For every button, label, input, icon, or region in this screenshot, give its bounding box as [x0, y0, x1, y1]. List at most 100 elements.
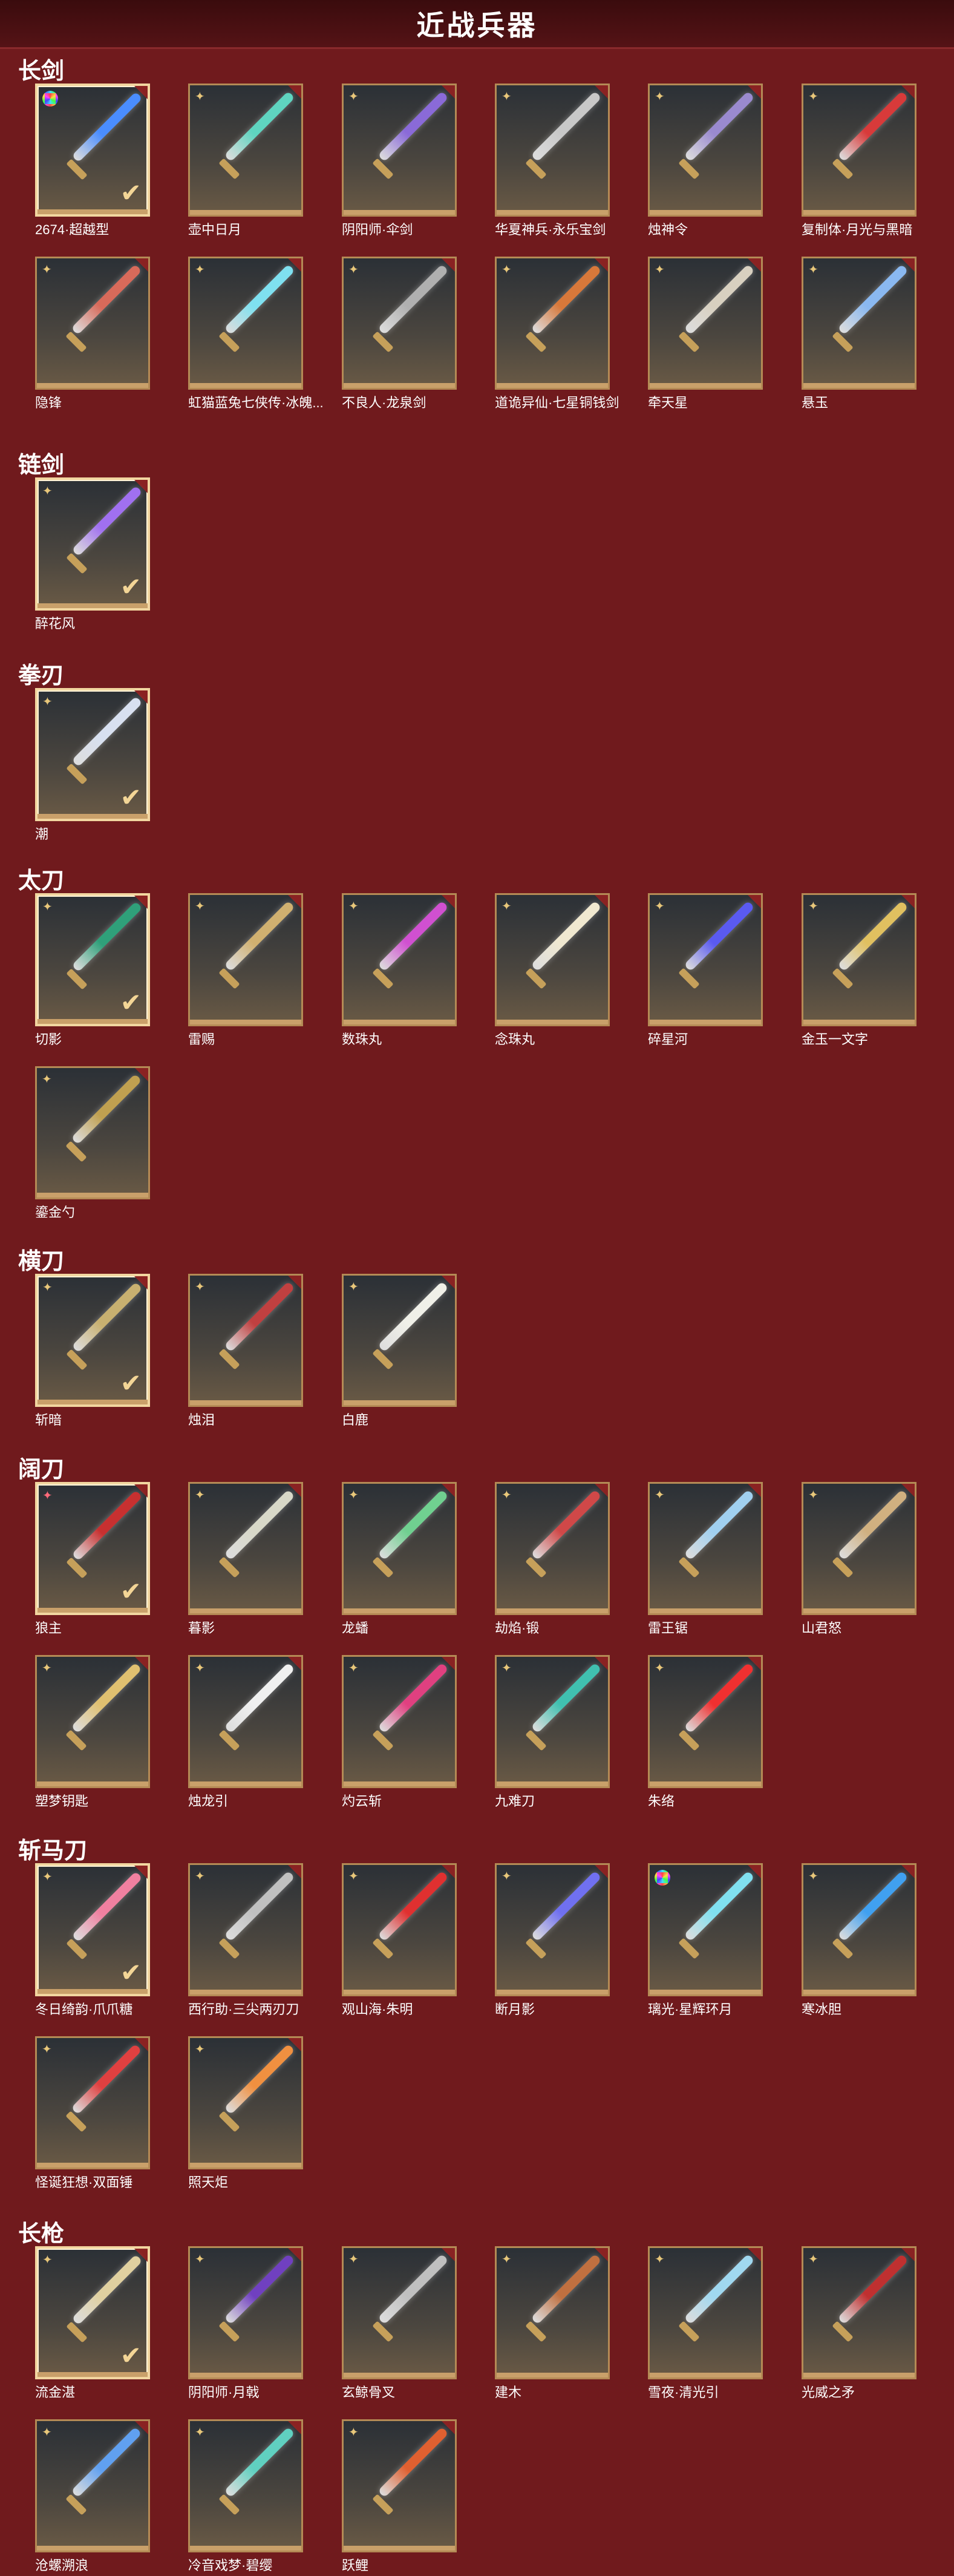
weapon-thumbnail[interactable]: ✦	[495, 1655, 610, 1788]
weapon-card[interactable]: ✦ ✔ 切影	[35, 893, 154, 1047]
weapon-card[interactable]: ✦ 悬玉	[802, 257, 920, 410]
weapon-card[interactable]: ✦ 灼云斩	[342, 1655, 460, 1809]
weapon-thumbnail[interactable]: ✦	[495, 2246, 610, 2379]
weapon-thumbnail[interactable]: ✦	[188, 1274, 303, 1407]
weapon-thumbnail[interactable]: ✦	[495, 1863, 610, 1996]
weapon-thumbnail[interactable]: ✦	[35, 2419, 150, 2552]
weapon-card[interactable]: ✦ 寒冰胆	[802, 1863, 920, 2017]
weapon-card[interactable]: ✦ 烛神令	[648, 84, 766, 237]
weapon-thumbnail[interactable]: ✦	[802, 84, 916, 217]
weapon-thumbnail[interactable]: ✦	[188, 2036, 303, 2169]
weapon-card[interactable]: ✦ 雷赐	[188, 893, 307, 1047]
weapon-thumbnail[interactable]: ✦	[188, 1482, 303, 1615]
weapon-card[interactable]: ✦ 光威之矛	[802, 2246, 920, 2400]
weapon-card[interactable]: ✦ ✔ 醉花风	[35, 477, 154, 631]
weapon-card[interactable]: ✦ 金玉一文字	[802, 893, 920, 1047]
weapon-thumbnail[interactable]: ✦	[648, 893, 763, 1026]
weapon-card[interactable]: ✦ ✔ 流金湛	[35, 2246, 154, 2400]
weapon-thumbnail[interactable]: ✦	[342, 84, 457, 217]
weapon-card[interactable]: ✦ 鎏金勺	[35, 1066, 154, 1220]
weapon-card[interactable]: ✦ ✔ 冬日绮韵·爪爪糖	[35, 1863, 154, 2017]
weapon-card[interactable]: ✦ 烛龙引	[188, 1655, 307, 1809]
weapon-thumbnail[interactable]: ✦	[495, 257, 610, 390]
weapon-card[interactable]: ✦ 复制体·月光与黑暗	[802, 84, 920, 237]
weapon-card[interactable]: ✦ 虹猫蓝兔七侠传·冰魄...	[188, 257, 324, 410]
weapon-thumbnail[interactable]: ✦ ✔	[35, 893, 150, 1026]
weapon-thumbnail[interactable]: ✦	[35, 2036, 150, 2169]
weapon-card[interactable]: 璃光·星辉环月	[648, 1863, 766, 2017]
weapon-card[interactable]: ✦ 照天炬	[188, 2036, 307, 2190]
weapon-thumbnail[interactable]: ✦	[35, 1066, 150, 1199]
weapon-thumbnail[interactable]: ✦ ✔	[35, 1482, 150, 1615]
weapon-thumbnail[interactable]: ✦	[495, 84, 610, 217]
weapon-card[interactable]: ✦ 玄鲸骨叉	[342, 2246, 460, 2400]
weapon-thumbnail[interactable]: ✦	[648, 84, 763, 217]
weapon-thumbnail[interactable]	[648, 1863, 763, 1996]
weapon-card[interactable]: ✦ ✔ 斩暗	[35, 1274, 154, 1427]
weapon-thumbnail[interactable]: ✦	[188, 1863, 303, 1996]
weapon-thumbnail[interactable]: ✦	[648, 1655, 763, 1788]
weapon-card[interactable]: ✦ 碎星河	[648, 893, 766, 1047]
weapon-card[interactable]: ✦ 西行助·三尖两刃刀	[188, 1863, 307, 2017]
weapon-card[interactable]: ✦ 山君怒	[802, 1482, 920, 1636]
weapon-card[interactable]: ✦ 暮影	[188, 1482, 307, 1636]
weapon-thumbnail[interactable]: ✦	[648, 1482, 763, 1615]
weapon-thumbnail[interactable]: ✦ ✔	[35, 2246, 150, 2379]
weapon-thumbnail[interactable]: ✦	[495, 893, 610, 1026]
weapon-thumbnail[interactable]: ✦	[648, 257, 763, 390]
weapon-thumbnail[interactable]: ✦	[342, 1655, 457, 1788]
weapon-card[interactable]: ✦ 断月影	[495, 1863, 613, 2017]
weapon-card[interactable]: ✦ ✔ 潮	[35, 688, 154, 842]
weapon-card[interactable]: ✦ 观山海·朱明	[342, 1863, 460, 2017]
weapon-thumbnail[interactable]: ✦	[648, 2246, 763, 2379]
weapon-card[interactable]: ✦ 念珠丸	[495, 893, 613, 1047]
weapon-card[interactable]: ✦ 隐锋	[35, 257, 154, 410]
weapon-thumbnail[interactable]: ✦	[188, 257, 303, 390]
weapon-thumbnail[interactable]: ✦	[342, 1274, 457, 1407]
weapon-card[interactable]: ✦ 劫焰·锻	[495, 1482, 613, 1636]
weapon-thumbnail[interactable]: ✦	[342, 2246, 457, 2379]
weapon-thumbnail[interactable]: ✦	[342, 2419, 457, 2552]
weapon-card[interactable]: ✦ 道诡异仙·七星铜钱剑	[495, 257, 619, 410]
weapon-thumbnail[interactable]: ✦	[188, 84, 303, 217]
weapon-thumbnail[interactable]: ✦	[495, 1482, 610, 1615]
weapon-card[interactable]: ✦ 塑梦钥匙	[35, 1655, 154, 1809]
weapon-thumbnail[interactable]: ✦	[188, 893, 303, 1026]
weapon-card[interactable]: ✦ 阴阳师·伞剑	[342, 84, 460, 237]
weapon-card[interactable]: ✦ 雷王锯	[648, 1482, 766, 1636]
weapon-thumbnail[interactable]: ✦	[188, 1655, 303, 1788]
weapon-thumbnail[interactable]: ✦	[342, 1482, 457, 1615]
weapon-thumbnail[interactable]: ✦	[342, 1863, 457, 1996]
weapon-card[interactable]: ✦ 牵天星	[648, 257, 766, 410]
weapon-card[interactable]: ✦ 九难刀	[495, 1655, 613, 1809]
weapon-card[interactable]: ✦ 龙蟠	[342, 1482, 460, 1636]
weapon-card[interactable]: ✦ 跃鲤	[342, 2419, 460, 2573]
weapon-card[interactable]: ✦ 烛泪	[188, 1274, 307, 1427]
weapon-thumbnail[interactable]: ✦ ✔	[35, 477, 150, 611]
weapon-thumbnail[interactable]: ✦	[35, 1655, 150, 1788]
weapon-thumbnail[interactable]: ✦	[802, 1482, 916, 1615]
weapon-card[interactable]: ✦ 怪诞狂想·双面锤	[35, 2036, 154, 2190]
weapon-card[interactable]: ✦ 建木	[495, 2246, 613, 2400]
weapon-thumbnail[interactable]: ✦	[188, 2246, 303, 2379]
weapon-card[interactable]: ✦ 阴阳师·月戟	[188, 2246, 307, 2400]
weapon-card[interactable]: ✦ 华夏神兵·永乐宝剑	[495, 84, 613, 237]
weapon-thumbnail[interactable]: ✦ ✔	[35, 1274, 150, 1407]
weapon-card[interactable]: ✦ 不良人·龙泉剑	[342, 257, 460, 410]
weapon-thumbnail[interactable]: ✦ ✔	[35, 688, 150, 821]
weapon-card[interactable]: ✦ 数珠丸	[342, 893, 460, 1047]
weapon-card[interactable]: ✦ 朱络	[648, 1655, 766, 1809]
weapon-card[interactable]: ✦ 雪夜·清光引	[648, 2246, 766, 2400]
weapon-thumbnail[interactable]: ✦	[802, 1863, 916, 1996]
weapon-thumbnail[interactable]: ✦	[342, 257, 457, 390]
weapon-card[interactable]: ✦ 壶中日月	[188, 84, 307, 237]
weapon-thumbnail[interactable]: ✦	[802, 257, 916, 390]
weapon-card[interactable]: ✦ 冷音戏梦·碧缨	[188, 2419, 307, 2573]
weapon-thumbnail[interactable]: ✦	[188, 2419, 303, 2552]
weapon-thumbnail[interactable]: ✦	[802, 2246, 916, 2379]
weapon-card[interactable]: ✦ 白鹿	[342, 1274, 460, 1427]
weapon-card[interactable]: ✔ 2674·超越型	[35, 84, 154, 237]
weapon-thumbnail[interactable]: ✦	[802, 893, 916, 1026]
weapon-thumbnail[interactable]: ✦	[342, 893, 457, 1026]
weapon-thumbnail[interactable]: ✔	[35, 84, 150, 217]
